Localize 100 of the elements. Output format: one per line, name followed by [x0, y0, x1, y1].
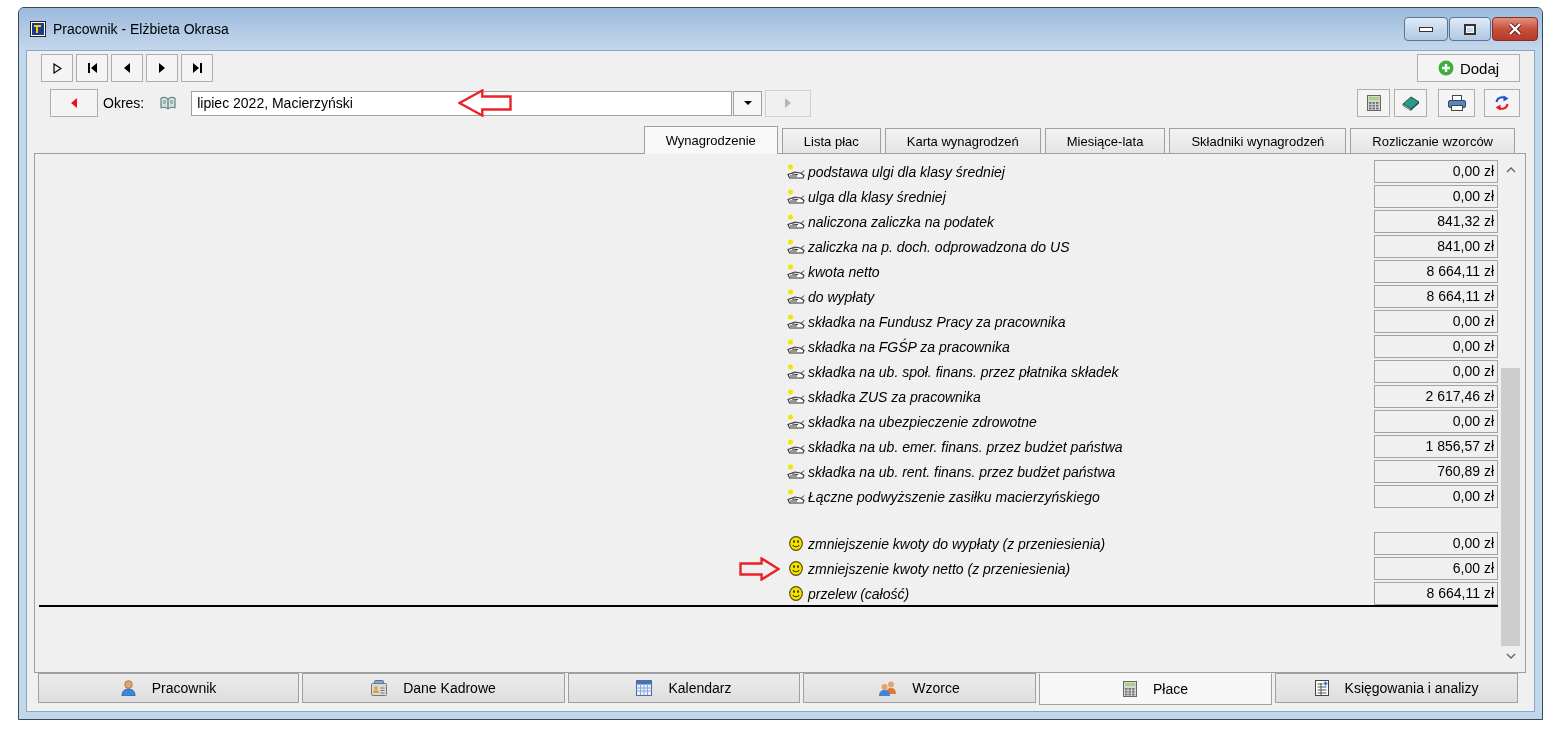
row-label: zaliczka na p. doch. odprowadzona do US: [808, 238, 1070, 255]
printer-icon: [1447, 95, 1466, 111]
amount-field: 6,00 zł: [1374, 557, 1498, 580]
writing-hand-icon: [787, 463, 805, 480]
triangle-left-icon: [71, 98, 77, 108]
row-label: naliczona zaliczka na podatek: [808, 213, 994, 230]
app-icon: [30, 21, 46, 37]
maximize-button[interactable]: [1449, 17, 1491, 41]
person-icon: [120, 680, 136, 696]
book-icon: [1401, 95, 1420, 111]
tab[interactable]: Karta wynagrodzeń: [884, 128, 1041, 153]
skip-last-icon: [192, 63, 202, 73]
writing-hand-icon: [787, 188, 805, 205]
row-label: składka na ub. społ. finans. przez płatnika składek: [808, 363, 1119, 380]
period-label: Okres:: [103, 95, 145, 111]
writing-hand-icon: [787, 388, 805, 405]
caret-icon: [743, 101, 752, 105]
writing-hand-icon: [787, 213, 805, 230]
tab[interactable]: Lista płac: [781, 128, 881, 153]
amount-field: 0,00 zł: [1374, 160, 1498, 183]
tab[interactable]: Wynagrodzenie: [643, 126, 778, 154]
row-label: składka na FGŚP za pracownika: [808, 338, 1010, 355]
amount-field: 2 617,46 zł: [1374, 385, 1498, 408]
book-button[interactable]: [1394, 89, 1427, 117]
triangle-right-icon: [785, 98, 792, 108]
tab[interactable]: Kalendarz: [568, 673, 800, 703]
next-button[interactable]: [146, 54, 178, 82]
row-label: przelew (całość): [808, 585, 910, 602]
tab[interactable]: Płace: [1039, 673, 1272, 705]
amount-field: 841,00 zł: [1374, 235, 1498, 258]
amount-field: 0,00 zł: [1374, 335, 1498, 358]
row-label: zmniejszenie kwoty do wypłaty (z przeniesienia): [808, 535, 1106, 552]
row-label: składka ZUS za pracownika: [808, 388, 981, 405]
minimize-icon: [1419, 26, 1433, 32]
id-card-icon: [371, 680, 388, 696]
writing-hand-icon: [787, 438, 805, 455]
row-label: podstawa ulgi dla klasy średniej: [808, 163, 1005, 180]
row-label: składka na ubezpieczenie zdrowotne: [808, 413, 1037, 430]
row-label: do wypłaty: [808, 288, 875, 305]
close-icon: [1508, 23, 1522, 35]
writing-hand-icon: [787, 338, 805, 355]
triangle-right-icon: [159, 63, 165, 73]
writing-hand-icon: [787, 163, 805, 180]
first-button[interactable]: [76, 54, 108, 82]
writing-hand-icon: [787, 413, 805, 430]
smiley-icon: [789, 586, 803, 601]
row-label: składka na ub. rent. finans. przez budżet państwa: [808, 463, 1116, 480]
smiley-icon: [789, 536, 803, 551]
last-button[interactable]: [181, 54, 213, 82]
tab[interactable]: Miesiące-lata: [1044, 128, 1166, 153]
amount-field: 0,00 zł: [1374, 485, 1498, 508]
tab[interactable]: Pracownik: [38, 673, 299, 703]
maximize-icon: [1464, 23, 1476, 35]
calculator-icon: [1366, 95, 1381, 111]
amount-field: 0,00 zł: [1374, 360, 1498, 383]
writing-hand-icon: [787, 363, 805, 380]
amount-field: 0,00 zł: [1374, 532, 1498, 555]
tab[interactable]: Księgowania i analizy: [1275, 673, 1518, 703]
row-label: składka na Fundusz Pracy za pracownika: [808, 313, 1066, 330]
close-button[interactable]: [1492, 17, 1538, 41]
print-button[interactable]: [1438, 89, 1475, 117]
tab[interactable]: Rozliczanie wzorców: [1350, 128, 1515, 153]
triangle-left-icon: [124, 63, 130, 73]
new-button[interactable]: [41, 54, 73, 82]
row-label: zmniejszenie kwoty netto (z przeniesienia): [808, 560, 1071, 577]
smiley-icon: [789, 561, 803, 576]
writing-hand-icon: [787, 263, 805, 280]
amount-field: 760,89 zł: [1374, 460, 1498, 483]
triangle-outline-icon: [52, 62, 62, 74]
refresh-button[interactable]: [1484, 89, 1520, 117]
chevron-up-icon: [1506, 167, 1516, 173]
previous-period-button[interactable]: [50, 89, 98, 117]
ledger-icon: [1314, 680, 1329, 696]
row-label: Łączne podwyższenie zasiłku macierzyńskiego: [808, 488, 1100, 505]
amount-field: 0,00 zł: [1374, 410, 1498, 433]
amount-field: 0,00 zł: [1374, 310, 1498, 333]
tab[interactable]: Składniki wynagrodzeń: [1169, 128, 1347, 153]
calendar-icon: [636, 680, 653, 696]
writing-hand-icon: [787, 288, 805, 305]
skip-first-icon: [87, 63, 97, 73]
period-combobox[interactable]: lipiec 2022, Macierzyński: [191, 90, 733, 116]
amount-field: 8 664,11 zł: [1374, 582, 1498, 605]
writing-hand-icon: [787, 313, 805, 330]
row-label: ulga dla klasy średniej: [808, 188, 946, 205]
tab[interactable]: Dane Kadrowe: [302, 673, 565, 703]
amount-field: 0,00 zł: [1374, 185, 1498, 208]
window-title: Pracownik - Elżbieta Okrasa: [53, 21, 230, 37]
previous-button[interactable]: [111, 54, 143, 82]
open-book-icon: [160, 96, 177, 110]
tab[interactable]: Wzorce: [803, 673, 1036, 703]
amount-field: 8 664,11 zł: [1374, 260, 1498, 283]
calculator-icon: [1123, 681, 1137, 697]
amount-field: 841,32 zł: [1374, 210, 1498, 233]
writing-hand-icon: [787, 238, 805, 255]
amount-field: 1 856,57 zł: [1374, 435, 1498, 458]
scrollbar-thumb[interactable]: [1501, 368, 1520, 646]
minimize-button[interactable]: [1404, 17, 1448, 41]
add-button[interactable]: Dodaj: [1417, 54, 1520, 82]
calculator-button[interactable]: [1357, 89, 1390, 117]
dropdown-button[interactable]: [733, 90, 763, 116]
